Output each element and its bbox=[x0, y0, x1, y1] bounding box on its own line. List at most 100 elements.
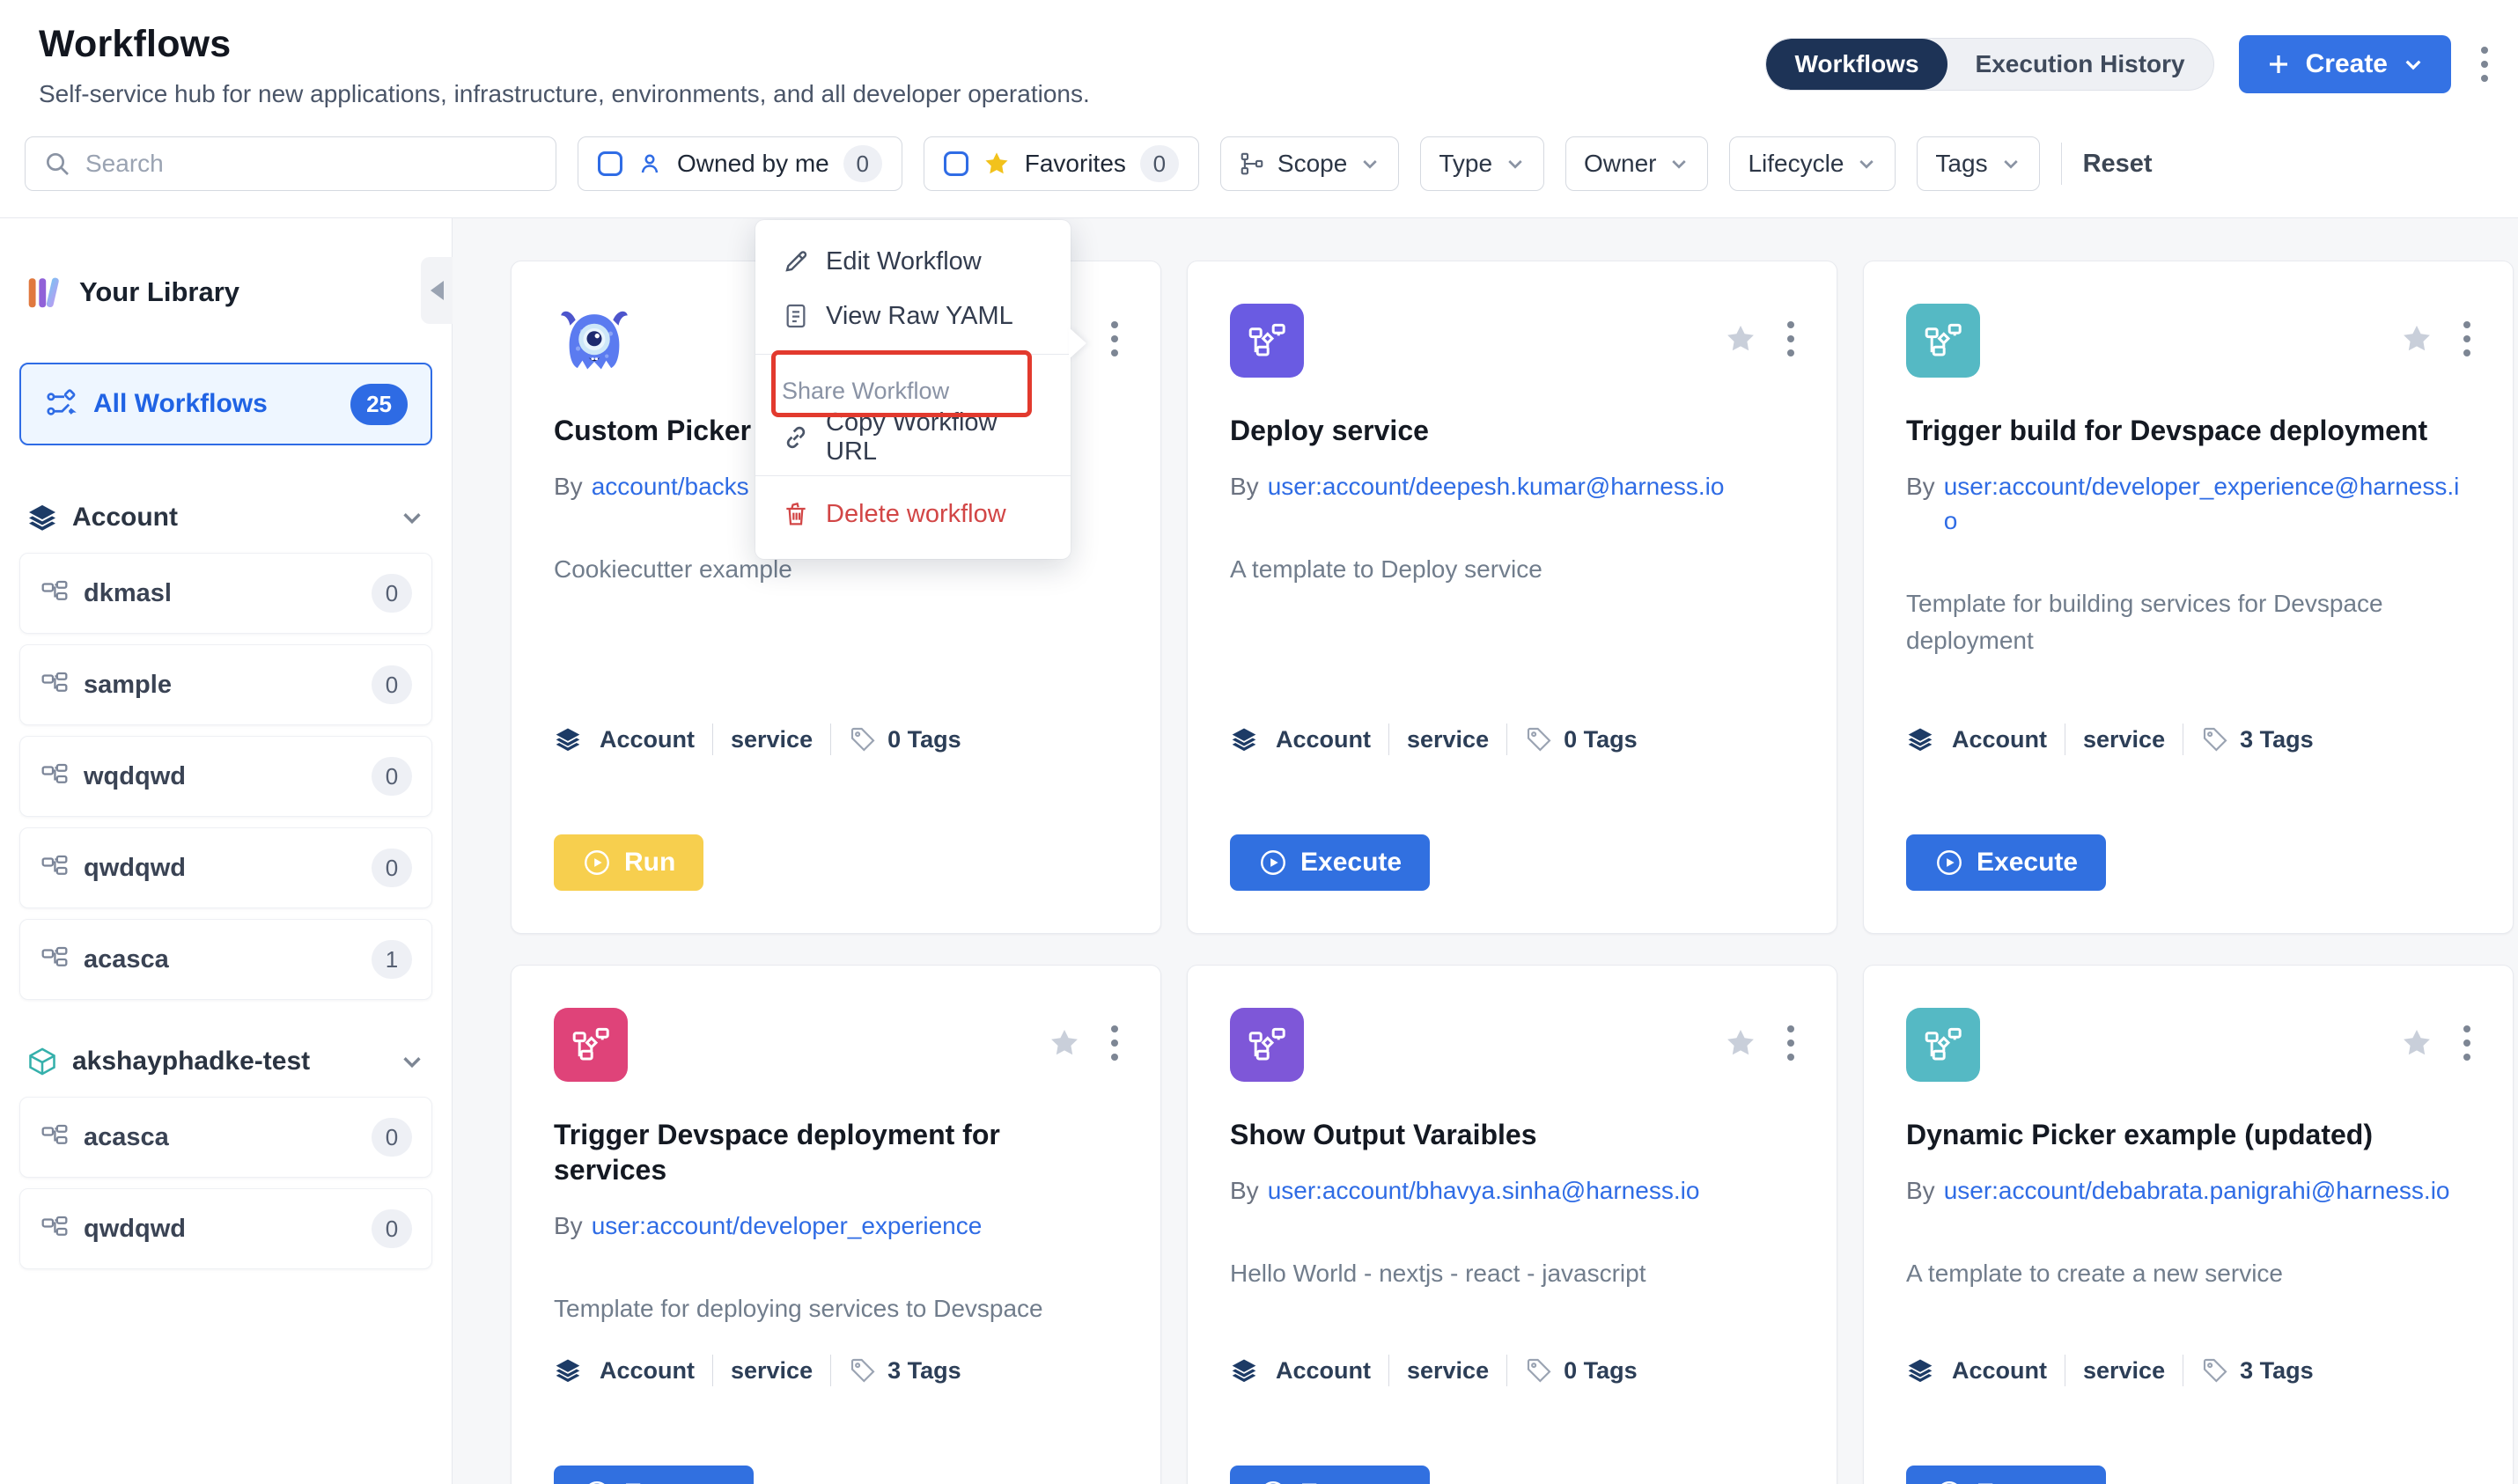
monster-avatar-icon bbox=[554, 304, 635, 381]
divider bbox=[1388, 1355, 1389, 1386]
workflow-type-icon bbox=[1230, 1008, 1304, 1082]
run-workflow-button[interactable]: Execute bbox=[1906, 1466, 2106, 1484]
org-tree-icon bbox=[40, 853, 70, 883]
type-dropdown[interactable]: Type bbox=[1420, 136, 1544, 191]
workflow-card[interactable]: Trigger build for Devspace deployment By… bbox=[1863, 261, 2514, 934]
favorite-star-icon[interactable] bbox=[1048, 1026, 1081, 1060]
sidebar-project-count: 0 bbox=[372, 665, 412, 704]
chevron-down-icon bbox=[1856, 153, 1877, 174]
page-more-options-kebab-icon[interactable] bbox=[2476, 41, 2493, 87]
reset-filters-link[interactable]: Reset bbox=[2083, 150, 2153, 179]
card-more-options-kebab-icon[interactable] bbox=[1106, 316, 1123, 362]
group-label: Account bbox=[72, 503, 385, 533]
card-more-options-kebab-icon[interactable] bbox=[1782, 316, 1800, 362]
workflow-card[interactable]: Deploy service By user:account/deepesh.k… bbox=[1187, 261, 1837, 934]
divider bbox=[712, 1355, 713, 1386]
sidebar-project-item[interactable]: wqdqwd 0 bbox=[19, 736, 432, 817]
workflow-owner-link[interactable]: user:account/debabrata.panigrahi@harness… bbox=[1944, 1173, 2470, 1208]
card-more-options-kebab-icon[interactable] bbox=[2458, 316, 2476, 362]
action-button-label: Execute bbox=[1300, 1479, 1402, 1484]
person-icon bbox=[637, 151, 663, 177]
favorites-checkbox[interactable] bbox=[944, 151, 968, 176]
page-title: Workflows bbox=[39, 23, 1090, 66]
workflow-type-icon bbox=[1906, 1008, 1980, 1082]
sidebar-project-item[interactable]: acasca 0 bbox=[19, 1097, 432, 1178]
sidebar-group-akshayphadke-test[interactable]: akshayphadke-test bbox=[19, 1046, 432, 1077]
menu-item-view-raw-yaml[interactable]: View Raw YAML bbox=[755, 289, 1071, 343]
search-input[interactable] bbox=[85, 150, 538, 178]
owned-by-me-checkbox[interactable] bbox=[598, 151, 622, 176]
run-workflow-button[interactable]: Run bbox=[554, 834, 703, 891]
workflow-context-menu: Edit Workflow View Raw YAML Share Workfl… bbox=[755, 220, 1071, 559]
library-icon bbox=[25, 273, 63, 312]
scope-label: Scope bbox=[1277, 150, 1347, 178]
by-label: By bbox=[1906, 469, 1935, 538]
owner-dropdown[interactable]: Owner bbox=[1565, 136, 1708, 191]
run-workflow-button[interactable]: Execute bbox=[1906, 834, 2106, 891]
card-actions bbox=[1724, 1020, 1800, 1066]
card-more-options-kebab-icon[interactable] bbox=[1106, 1020, 1123, 1066]
tags-dropdown[interactable]: Tags bbox=[1917, 136, 2039, 191]
sidebar-project-item[interactable]: qwdqwd 0 bbox=[19, 827, 432, 908]
content-area: Your Library All Workflows 25 bbox=[0, 218, 2518, 1484]
layers-icon bbox=[1906, 1356, 1934, 1385]
run-workflow-button[interactable]: Execute bbox=[554, 1466, 754, 1484]
menu-item-delete-workflow[interactable]: Delete workflow bbox=[755, 487, 1071, 541]
workflow-scope: Account bbox=[1952, 1357, 2047, 1385]
workflow-type-icon bbox=[554, 1008, 628, 1082]
owned-by-me-filter[interactable]: Owned by me 0 bbox=[578, 136, 902, 191]
filter-bar: Owned by me 0 Favorites 0 Scope Type Own… bbox=[0, 108, 2518, 218]
sidebar-project-item[interactable]: qwdqwd 0 bbox=[19, 1188, 432, 1269]
tag-icon bbox=[1525, 725, 1553, 753]
sidebar-collapse-button[interactable] bbox=[421, 257, 453, 324]
sidebar-item-all-workflows[interactable]: All Workflows 25 bbox=[19, 363, 432, 445]
workflow-title[interactable]: Trigger Devspace deployment for services bbox=[554, 1117, 1118, 1187]
workflow-type: service bbox=[1407, 1357, 1489, 1385]
lifecycle-label: Lifecycle bbox=[1748, 150, 1844, 178]
workflow-owner-link[interactable]: user:account/developer_experience@harnes… bbox=[1944, 469, 2470, 538]
workflow-type: service bbox=[2083, 1357, 2165, 1385]
sidebar-project-item[interactable]: sample 0 bbox=[19, 644, 432, 725]
favorite-star-icon[interactable] bbox=[1724, 322, 1757, 356]
workflow-tags-count: 3 Tags bbox=[2240, 726, 2314, 753]
favorite-star-icon[interactable] bbox=[2400, 1026, 2433, 1060]
favorite-star-icon[interactable] bbox=[2400, 322, 2433, 356]
lifecycle-dropdown[interactable]: Lifecycle bbox=[1729, 136, 1896, 191]
group-label: akshayphadke-test bbox=[72, 1047, 385, 1076]
favorite-star-icon[interactable] bbox=[1724, 1026, 1757, 1060]
workflow-title[interactable]: Dynamic Picker example (updated) bbox=[1906, 1117, 2470, 1152]
card-more-options-kebab-icon[interactable] bbox=[2458, 1020, 2476, 1066]
chevron-down-icon bbox=[1505, 153, 1526, 174]
menu-item-edit-workflow[interactable]: Edit Workflow bbox=[755, 234, 1071, 289]
workflow-card[interactable]: Dynamic Picker example (updated) By user… bbox=[1863, 965, 2514, 1484]
sidebar-project-count: 0 bbox=[372, 1118, 412, 1157]
star-icon bbox=[983, 150, 1011, 178]
by-label: By bbox=[554, 469, 583, 503]
play-icon bbox=[1934, 1479, 1964, 1484]
workflow-tags: 0 Tags bbox=[1525, 725, 1638, 753]
card-actions bbox=[2400, 316, 2476, 362]
card-more-options-kebab-icon[interactable] bbox=[1782, 1020, 1800, 1066]
tab-execution-history[interactable]: Execution History bbox=[1947, 39, 2213, 90]
workflow-owner-link[interactable]: user:account/developer_experience bbox=[592, 1209, 1118, 1243]
divider bbox=[2061, 143, 2062, 185]
workflow-title[interactable]: Trigger build for Devspace deployment bbox=[1906, 413, 2470, 448]
tab-workflows[interactable]: Workflows bbox=[1766, 39, 1947, 90]
workflow-card[interactable]: Trigger Devspace deployment for services… bbox=[511, 965, 1161, 1484]
workflow-card[interactable]: Show Output Varaibles By user:account/bh… bbox=[1187, 965, 1837, 1484]
workflow-title[interactable]: Deploy service bbox=[1230, 413, 1794, 448]
menu-item-copy-workflow-url[interactable]: Copy Workflow URL bbox=[755, 410, 1071, 465]
card-actions bbox=[1106, 316, 1123, 362]
scope-dropdown[interactable]: Scope bbox=[1220, 136, 1399, 191]
sidebar-project-item[interactable]: dkmasl 0 bbox=[19, 553, 432, 634]
sidebar-group-account[interactable]: Account bbox=[19, 502, 432, 533]
sidebar-project-count: 0 bbox=[372, 1209, 412, 1248]
favorites-filter[interactable]: Favorites 0 bbox=[924, 136, 1199, 191]
workflow-owner-link[interactable]: user:account/bhavya.sinha@harness.io bbox=[1268, 1173, 1794, 1208]
workflow-title[interactable]: Show Output Varaibles bbox=[1230, 1117, 1794, 1152]
workflow-owner-link[interactable]: user:account/deepesh.kumar@harness.io bbox=[1268, 469, 1794, 503]
run-workflow-button[interactable]: Execute bbox=[1230, 1466, 1430, 1484]
create-button[interactable]: Create bbox=[2239, 35, 2451, 93]
run-workflow-button[interactable]: Execute bbox=[1230, 834, 1430, 891]
sidebar-project-item[interactable]: acasca 1 bbox=[19, 919, 432, 1000]
